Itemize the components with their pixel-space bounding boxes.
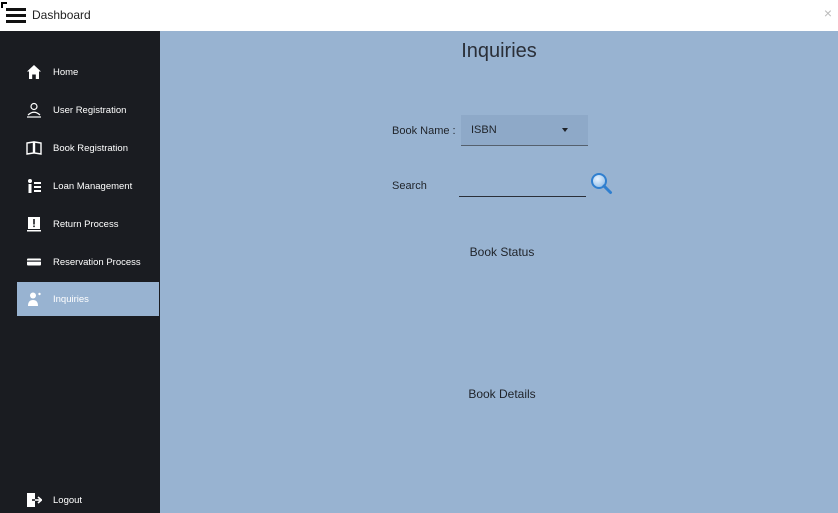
sidebar-item-reservation-process[interactable]: Reservation Process [17, 245, 159, 279]
logout-icon [27, 493, 42, 507]
return-icon [27, 217, 41, 232]
page-title: Inquiries [461, 40, 537, 62]
sidebar-item-user-registration[interactable]: User Registration [17, 93, 159, 127]
loan-icon [28, 179, 41, 193]
sidebar-item-label: Loan Management [53, 180, 133, 192]
home-icon [27, 65, 41, 79]
reservation-icon [27, 258, 41, 266]
sidebar-item-label: Return Process [53, 218, 119, 230]
main-panel: Inquiries Book Name : ISBN Search Book S… [160, 31, 838, 513]
book-name-selected-value: ISBN [471, 124, 497, 136]
sidebar: Home User Registration Book Registration… [0, 31, 160, 513]
sidebar-item-label: Reservation Process [53, 256, 141, 268]
sidebar-item-label: User Registration [53, 104, 127, 116]
inquiries-icon [28, 292, 41, 306]
hamburger-menu-icon[interactable] [6, 7, 26, 23]
book-icon [26, 141, 42, 155]
chevron-down-icon [562, 128, 568, 132]
book-details-label: Book Details [468, 387, 536, 401]
sidebar-item-inquiries[interactable]: Inquiries [17, 282, 159, 316]
logout-button[interactable]: Logout [17, 483, 159, 513]
search-input[interactable] [459, 179, 586, 197]
search-icon[interactable] [589, 171, 613, 195]
book-name-dropdown[interactable]: ISBN [461, 115, 588, 146]
sidebar-item-label: Home [53, 66, 79, 78]
search-label: Search [392, 180, 427, 192]
title-bar: Dashboard × [0, 0, 838, 31]
close-icon[interactable]: × [824, 6, 832, 20]
sidebar-item-book-registration[interactable]: Book Registration [17, 131, 159, 165]
book-status-label: Book Status [469, 245, 535, 259]
user-registration-icon [27, 102, 41, 118]
logout-label: Logout [53, 494, 83, 506]
window-title: Dashboard [32, 8, 91, 22]
book-name-label: Book Name : [392, 125, 456, 137]
sidebar-item-label: Book Registration [53, 142, 128, 154]
sidebar-item-home[interactable]: Home [17, 55, 159, 89]
sidebar-item-label: Inquiries [53, 293, 89, 305]
sidebar-item-return-process[interactable]: Return Process [17, 207, 159, 241]
sidebar-item-loan-management[interactable]: Loan Management [17, 169, 159, 203]
